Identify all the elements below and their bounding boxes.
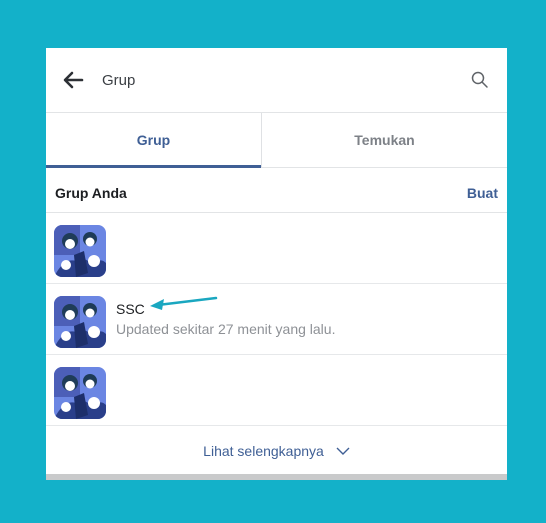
group-name: SSC: [116, 301, 145, 317]
page-title: Grup: [102, 72, 136, 89]
group-list-item[interactable]: [46, 213, 507, 284]
group-avatar: [54, 296, 106, 348]
tab-bar: Grup Temukan: [46, 113, 507, 168]
search-icon: [471, 71, 488, 88]
tab-grup[interactable]: Grup: [46, 113, 261, 168]
group-avatar: [54, 367, 106, 419]
back-button[interactable]: [62, 70, 84, 90]
section-title: Grup Anda: [55, 185, 127, 201]
section-header: Grup Anda Buat: [46, 168, 507, 213]
top-bar: Grup: [46, 48, 507, 113]
annotation-arrow-icon: [150, 296, 218, 310]
group-avatar: [54, 225, 106, 277]
search-button[interactable]: [470, 70, 490, 90]
groups-panel: Grup Grup Temukan Grup Anda Buat SSC Upd…: [46, 48, 507, 474]
see-more-label: Lihat selengkapnya: [203, 443, 324, 459]
create-group-button[interactable]: Buat: [467, 185, 498, 201]
tab-grup-label: Grup: [136, 132, 171, 148]
tab-temukan[interactable]: Temukan: [262, 113, 507, 167]
arrow-left-icon: [63, 71, 84, 89]
group-updated-text: Updated sekitar 27 menit yang lalu.: [116, 321, 336, 337]
group-list-item[interactable]: [46, 355, 507, 426]
see-more-button[interactable]: Lihat selengkapnya: [46, 428, 507, 474]
tab-temukan-label: Temukan: [354, 132, 415, 148]
chevron-down-icon: [336, 447, 350, 455]
group-list-item[interactable]: SSC Updated sekitar 27 menit yang lalu.: [46, 284, 507, 355]
panel-bottom-edge: [46, 474, 507, 480]
